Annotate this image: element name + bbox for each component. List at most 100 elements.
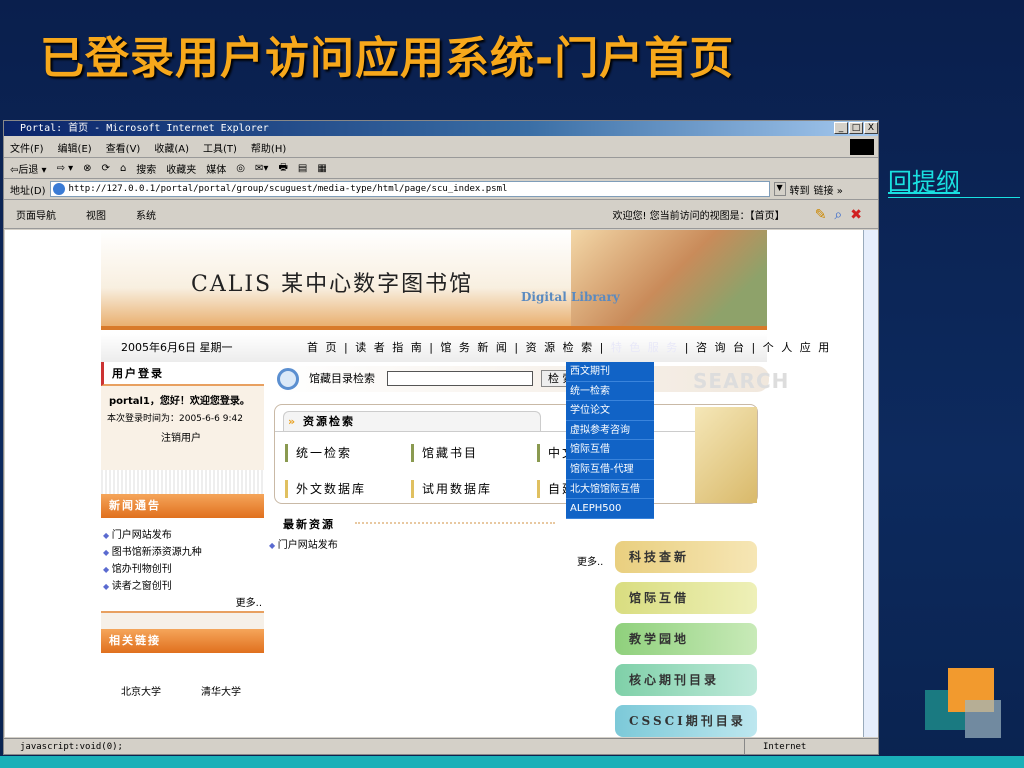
- status-text: javascript:void(0);: [20, 742, 123, 752]
- search-button[interactable]: 搜索: [136, 161, 156, 176]
- history-icon[interactable]: ◎: [236, 163, 245, 174]
- resources-title: 资源检索: [302, 415, 355, 428]
- help-icon[interactable]: ⌕: [834, 207, 842, 223]
- search-label: 馆藏目录检索: [309, 372, 375, 385]
- divider: [101, 611, 264, 629]
- dropdown-item[interactable]: 虚拟参考咨询: [566, 421, 654, 441]
- stop-icon[interactable]: ⊗: [83, 163, 91, 174]
- address-bar: 地址(D) http://127.0.0.1/portal/portal/gro…: [4, 179, 878, 200]
- dropdown-item[interactable]: 学位论文: [566, 401, 654, 421]
- latest-title: 最新资源: [283, 518, 335, 531]
- discuss-icon[interactable]: ▦: [317, 163, 326, 174]
- windows-logo-icon: [850, 139, 874, 155]
- nav-resources[interactable]: 资 源 检 索: [526, 341, 595, 354]
- bottom-strip: [0, 756, 1024, 768]
- address-label: 地址(D): [10, 185, 46, 197]
- news-item[interactable]: 图书馆新添资源九种: [101, 543, 264, 560]
- home-icon[interactable]: ⌂: [120, 163, 126, 174]
- page-content: CALIS 某中心数字图书馆 Digital Library 2005年6月6日…: [5, 230, 863, 737]
- print-icon[interactable]: 🖶: [278, 160, 287, 177]
- nav-home[interactable]: 首 页: [307, 341, 339, 354]
- menu-edit[interactable]: 编辑(E): [58, 140, 92, 155]
- minimize-button[interactable]: _: [834, 122, 848, 134]
- view-button[interactable]: 视图: [86, 207, 106, 222]
- resource-item[interactable]: 试用数据库: [411, 480, 537, 498]
- nav-guide[interactable]: 读 者 指 南: [355, 341, 424, 354]
- news-item[interactable]: 读者之窗创刊: [101, 577, 264, 594]
- dropdown-item[interactable]: ALEPH500: [566, 499, 654, 519]
- resource-item[interactable]: 外文数据库: [285, 480, 411, 498]
- menu-favorites[interactable]: 收藏(A): [154, 140, 189, 155]
- system-button[interactable]: 系统: [136, 207, 156, 222]
- latest-item[interactable]: 门户网站发布: [267, 536, 338, 553]
- decorative-square: [965, 700, 1001, 738]
- menu-bar: 文件(F) 编辑(E) 查看(V) 收藏(A) 工具(T) 帮助(H): [4, 137, 878, 158]
- vertical-scrollbar[interactable]: [863, 230, 878, 737]
- title-bar: Portal: 首页 - Microsoft Internet Explorer: [4, 121, 878, 136]
- logout-link[interactable]: 注销用户: [101, 424, 264, 444]
- zone-text: Internet: [744, 739, 806, 755]
- greeting: portal1，您好！欢迎您登录。: [109, 396, 250, 407]
- resource-item[interactable]: 馆藏书目: [411, 444, 537, 462]
- back-to-outline-link[interactable]: 回提纲: [888, 162, 1020, 198]
- edit-icon[interactable]: ▤: [298, 163, 307, 174]
- forward-button[interactable]: ⇨ ▾: [57, 163, 74, 174]
- banner-title: CALIS 某中心数字图书馆: [191, 272, 474, 297]
- menu-file[interactable]: 文件(F): [10, 140, 44, 155]
- library-image: [571, 230, 767, 326]
- address-dropdown-icon[interactable]: ▼: [773, 182, 786, 196]
- edit-icon[interactable]: ✎: [815, 207, 827, 223]
- maximize-button[interactable]: □: [849, 122, 863, 134]
- mail-icon[interactable]: ✉▾: [255, 163, 268, 174]
- dropdown-item[interactable]: 统一检索: [566, 382, 654, 402]
- dropdown-item[interactable]: 北大馆馆际互借: [566, 480, 654, 500]
- menu-tools[interactable]: 工具(T): [203, 140, 237, 155]
- back-button[interactable]: ⇦后退 ▾: [10, 161, 47, 176]
- menu-view[interactable]: 查看(V): [106, 140, 141, 155]
- go-button[interactable]: 转到: [790, 182, 810, 197]
- page-nav-button[interactable]: 页面导航: [16, 207, 56, 222]
- resource-search-box: » 资源检索 统一检索 馆藏书目 中文 外文数据库 试用数据库 自建: [274, 404, 758, 504]
- news-item[interactable]: 馆办刊物创刊: [101, 560, 264, 577]
- address-input[interactable]: http://127.0.0.1/portal/portal/group/scu…: [49, 181, 770, 197]
- nav-personal[interactable]: 个 人 应 用: [763, 341, 832, 354]
- login-panel: 用户登录 portal1，您好！欢迎您登录。 本次登录时间为：2005-6-6 …: [101, 362, 264, 470]
- banner: CALIS 某中心数字图书馆 Digital Library: [101, 230, 767, 330]
- ie-page-icon: [52, 183, 65, 195]
- divider: [355, 522, 555, 524]
- login-time: 本次登录时间为：2005-6-6 9:42: [107, 414, 243, 424]
- close-portal-icon[interactable]: ✖: [850, 207, 862, 223]
- side-button-core-journals[interactable]: 核心期刊目录: [615, 664, 757, 696]
- side-button-teaching[interactable]: 教学园地: [615, 623, 757, 655]
- side-button-cssci[interactable]: CSSCI期刊目录: [615, 705, 757, 737]
- news-item[interactable]: 门户网站发布: [101, 526, 264, 543]
- media-button[interactable]: 媒体: [206, 161, 226, 176]
- search-input[interactable]: [387, 371, 533, 386]
- news-more-link[interactable]: 更多..: [101, 594, 264, 609]
- divider: [101, 470, 264, 494]
- nav-special[interactable]: 特 色 服 务: [611, 341, 680, 354]
- close-button[interactable]: X: [864, 122, 878, 134]
- side-button-novelty-search[interactable]: 科技查新: [615, 541, 757, 573]
- dropdown-item[interactable]: 馆际互借-代理: [566, 460, 654, 480]
- link-tsinghua[interactable]: 清华大学: [201, 683, 241, 698]
- date: 2005年6月6日 星期一: [121, 341, 233, 354]
- news-title: 新闻通告: [101, 494, 264, 518]
- status-bar: javascript:void(0); Internet: [4, 738, 878, 755]
- login-title: 用户登录: [101, 362, 264, 386]
- menu-help[interactable]: 帮助(H): [251, 140, 286, 155]
- catalog-search: 馆藏目录检索 检 索 SEARCH: [273, 366, 788, 393]
- link-pku[interactable]: 北京大学: [121, 683, 161, 698]
- main-nav: 首 页 | 读 者 指 南 | 馆 务 新 闻 | 资 源 检 索 | 特 色 …: [307, 341, 832, 354]
- side-button-ill[interactable]: 馆际互借: [615, 582, 757, 614]
- links-title: 相关链接: [101, 629, 264, 653]
- links-button[interactable]: 链接 »: [814, 182, 843, 197]
- resource-item[interactable]: 统一检索: [285, 444, 411, 462]
- nav-news[interactable]: 馆 务 新 闻: [440, 341, 509, 354]
- refresh-icon[interactable]: ⟳: [102, 163, 110, 174]
- favorites-button[interactable]: 收藏夹: [166, 161, 196, 176]
- nav-consult[interactable]: 咨 询 台: [696, 341, 746, 354]
- dropdown-item[interactable]: 西文期刊: [566, 362, 654, 382]
- dropdown-item[interactable]: 馆际互借: [566, 440, 654, 460]
- latest-more-link[interactable]: 更多..: [577, 553, 603, 568]
